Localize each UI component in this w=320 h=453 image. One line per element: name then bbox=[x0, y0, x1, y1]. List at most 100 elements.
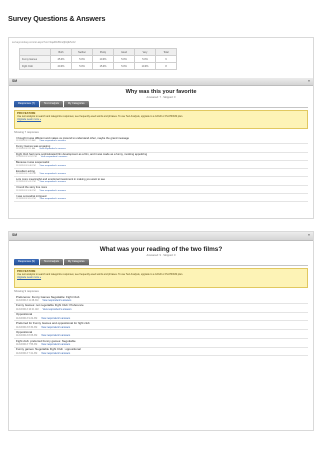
results-table-header: Total bbox=[155, 48, 177, 56]
response-date: 11/18/2013 8:05 AM bbox=[16, 334, 38, 338]
list-item: Preference: Funny Games Negotiable: Figh… bbox=[14, 295, 308, 304]
table-cell: 10.0% bbox=[134, 62, 156, 70]
table-cell: 5.0% bbox=[113, 62, 135, 70]
responses-count: Showing 9 responses bbox=[14, 290, 39, 293]
response-date: 11/18/2013 8:30 AM bbox=[16, 325, 38, 329]
row-label: Fight Club bbox=[19, 62, 51, 70]
response-meta: 11/19/2013 2:21 AM View respondent's answ… bbox=[16, 140, 308, 143]
list-item: I thought it was different and makes us … bbox=[14, 136, 308, 145]
response-meta: 11/18/2013 11:48 AM View respondent's ans… bbox=[16, 299, 308, 302]
response-meta: 11/18/2013 5:01 PM View respondent's answ… bbox=[16, 181, 308, 184]
address-url: surveymonkey.com/sr.aspx?sm=3qaPAdWn2jDq… bbox=[12, 41, 76, 44]
response-meta: 11/18/2013 7:41 AM View respondent's answ… bbox=[16, 352, 308, 355]
screenshot-reading-of-films: SM ≡ What was your reading of the two fi… bbox=[8, 231, 314, 431]
table-cell: 10.0% bbox=[92, 55, 114, 63]
table-cell: 25.0% bbox=[50, 55, 72, 63]
app-header-bar: SM ≡ bbox=[9, 78, 313, 86]
view-answers-link[interactable]: View respondent's answers bbox=[43, 308, 72, 311]
screenshot-why-favorite: surveymonkey.com/sr.aspx?sm=3qaPAdWn2jDq… bbox=[8, 37, 314, 219]
table-cell: 20.0% bbox=[50, 62, 72, 70]
list-item: I found the story line more 11/18/2013 3… bbox=[14, 186, 308, 194]
response-date: 11/18/2013 10:21 AM bbox=[16, 307, 39, 311]
list-item: Fight club: preferred Funny games: Negot… bbox=[14, 339, 308, 348]
view-answers-link[interactable]: View respondent's answers bbox=[40, 173, 67, 175]
list-item: Oppositional 11/18/2013 9:22 AM View resp… bbox=[14, 313, 308, 322]
results-table-header: Very bbox=[134, 48, 156, 56]
response-meta: 11/18/2013 10:52 PM View respondent's ans… bbox=[16, 156, 308, 159]
response-date: 11/18/2013 7:55 AM bbox=[16, 343, 38, 347]
table-cell: 5.0% bbox=[113, 55, 135, 63]
response-date: 11/18/2013 7:41 AM bbox=[16, 351, 38, 355]
table-cell: 5.0% bbox=[71, 62, 93, 70]
table-cell: 5.0% bbox=[134, 55, 156, 63]
question-stats: Answered: 9 · Skipped: 0 bbox=[146, 254, 176, 257]
upgrade-link[interactable]: Upgrade Learn more » bbox=[17, 118, 305, 121]
results-table-header: Good bbox=[113, 48, 135, 56]
responses-list: I thought it was different and makes us … bbox=[14, 136, 308, 203]
view-answers-link[interactable]: View respondent's answers bbox=[42, 299, 71, 302]
response-meta: 11/18/2013 9:22 AM View respondent's answ… bbox=[16, 317, 308, 320]
response-meta: 11/18/2013 3:10 PM View respondent's answ… bbox=[16, 198, 308, 201]
view-answers-link[interactable]: View respondent's answers bbox=[41, 156, 68, 158]
view-answers-link[interactable]: View respondent's answers bbox=[40, 181, 67, 183]
response-date: 11/18/2013 3:36 PM bbox=[16, 189, 36, 192]
response-meta: 11/18/2013 7:55 AM View respondent's answ… bbox=[16, 343, 308, 346]
results-table: Both Neither Pretty Good Very Total Funn… bbox=[19, 48, 177, 70]
view-answers-link[interactable]: View respondent's answers bbox=[39, 140, 66, 142]
response-date: 11/18/2013 7:49 PM bbox=[16, 173, 36, 176]
view-answers-link[interactable]: View respondent's answers bbox=[40, 198, 67, 200]
list-item: Funny Games was engaging 11/19/2013 2:11… bbox=[14, 144, 308, 153]
app-header-bar: SM ≡ bbox=[9, 232, 313, 241]
response-date: 11/18/2013 11:48 AM bbox=[16, 299, 39, 303]
upgrade-link[interactable]: Upgrade Learn more » bbox=[17, 276, 305, 279]
response-date: 11/19/2013 2:11 AM bbox=[16, 148, 36, 151]
menu-icon[interactable]: ≡ bbox=[308, 79, 310, 83]
response-meta: 11/18/2013 10:21 AM View respondent's ans… bbox=[16, 308, 308, 311]
response-meta: 11/18/2013 7:49 PM View respondent's answ… bbox=[16, 173, 308, 176]
results-table-header: Both bbox=[50, 48, 72, 56]
view-answers-link[interactable]: View respondent's answers bbox=[41, 326, 70, 329]
view-answers-link[interactable]: View respondent's answers bbox=[41, 352, 70, 355]
list-item: Fight Club had more sophisticated film d… bbox=[14, 153, 308, 161]
response-meta: 11/18/2013 8:05 AM View respondent's answ… bbox=[16, 334, 308, 337]
table-cell: 6 bbox=[155, 55, 177, 63]
tab-divider bbox=[14, 107, 308, 108]
response-meta: 11/18/2013 3:36 PM View respondent's answ… bbox=[16, 190, 308, 193]
results-table-header: Neither bbox=[71, 48, 93, 56]
response-date: 11/18/2013 9:48 PM bbox=[16, 164, 36, 167]
results-table-header bbox=[19, 48, 51, 56]
response-date: 11/18/2013 10:52 PM bbox=[16, 156, 37, 159]
pro-feature-notice: PRO FEATURE Use text analysis to search … bbox=[14, 110, 308, 129]
response-date: 11/19/2013 2:21 AM bbox=[16, 139, 36, 142]
question-title: Why was this your favorite bbox=[125, 89, 197, 95]
response-meta: 11/19/2013 2:11 AM View respondent's answ… bbox=[16, 148, 308, 151]
table-row: Fight Club 20.0% 5.0% 15.0% 5.0% 10.0% 8 bbox=[19, 62, 177, 70]
view-answers-link[interactable]: View respondent's answers bbox=[41, 343, 70, 346]
list-item: Oppositional 11/18/2013 8:05 AM View resp… bbox=[14, 330, 308, 339]
response-date: 11/18/2013 3:10 PM bbox=[16, 197, 36, 200]
response-meta: 11/18/2013 9:48 PM View respondent's answ… bbox=[16, 165, 308, 168]
list-item: Because it was suspenseful 11/18/2013 9:… bbox=[14, 161, 308, 170]
response-meta: 11/18/2013 8:30 AM View respondent's answ… bbox=[16, 326, 308, 329]
view-answers-link[interactable]: View respondent's answers bbox=[41, 334, 70, 337]
results-table-header: Pretty bbox=[92, 48, 114, 56]
table-cell: 15.0% bbox=[92, 62, 114, 70]
menu-icon[interactable]: ≡ bbox=[308, 233, 310, 237]
view-answers-link[interactable]: View respondent's answers bbox=[39, 148, 66, 150]
list-item: I was somewhat intrigued 11/18/2013 3:10… bbox=[14, 194, 308, 203]
pro-feature-notice: PRO FEATURE Use text analysis to search … bbox=[14, 268, 308, 288]
view-answers-link[interactable]: View respondent's answers bbox=[40, 165, 67, 167]
question-title: What was your reading of the two films? bbox=[99, 246, 223, 253]
list-item: Lots more meaningful and emotional inves… bbox=[14, 177, 308, 186]
row-label: Funny Games bbox=[19, 55, 51, 63]
response-date: 11/18/2013 5:01 PM bbox=[16, 181, 36, 184]
view-answers-link[interactable]: View respondent's answers bbox=[41, 317, 70, 320]
responses-list: Preference: Funny Games Negotiable: Figh… bbox=[14, 295, 308, 357]
list-item: Preferred for Funny Games and opposition… bbox=[14, 321, 308, 331]
question-stats: Answered: 7 · Skipped: 0 bbox=[146, 96, 176, 99]
list-item: Excellent acting 11/18/2013 7:49 PM View … bbox=[14, 169, 308, 178]
app-logo: SM bbox=[12, 79, 18, 83]
responses-count: Showing 7 responses bbox=[14, 131, 39, 134]
view-answers-link[interactable]: View respondent's answers bbox=[40, 190, 67, 192]
table-cell: 8 bbox=[155, 62, 177, 70]
